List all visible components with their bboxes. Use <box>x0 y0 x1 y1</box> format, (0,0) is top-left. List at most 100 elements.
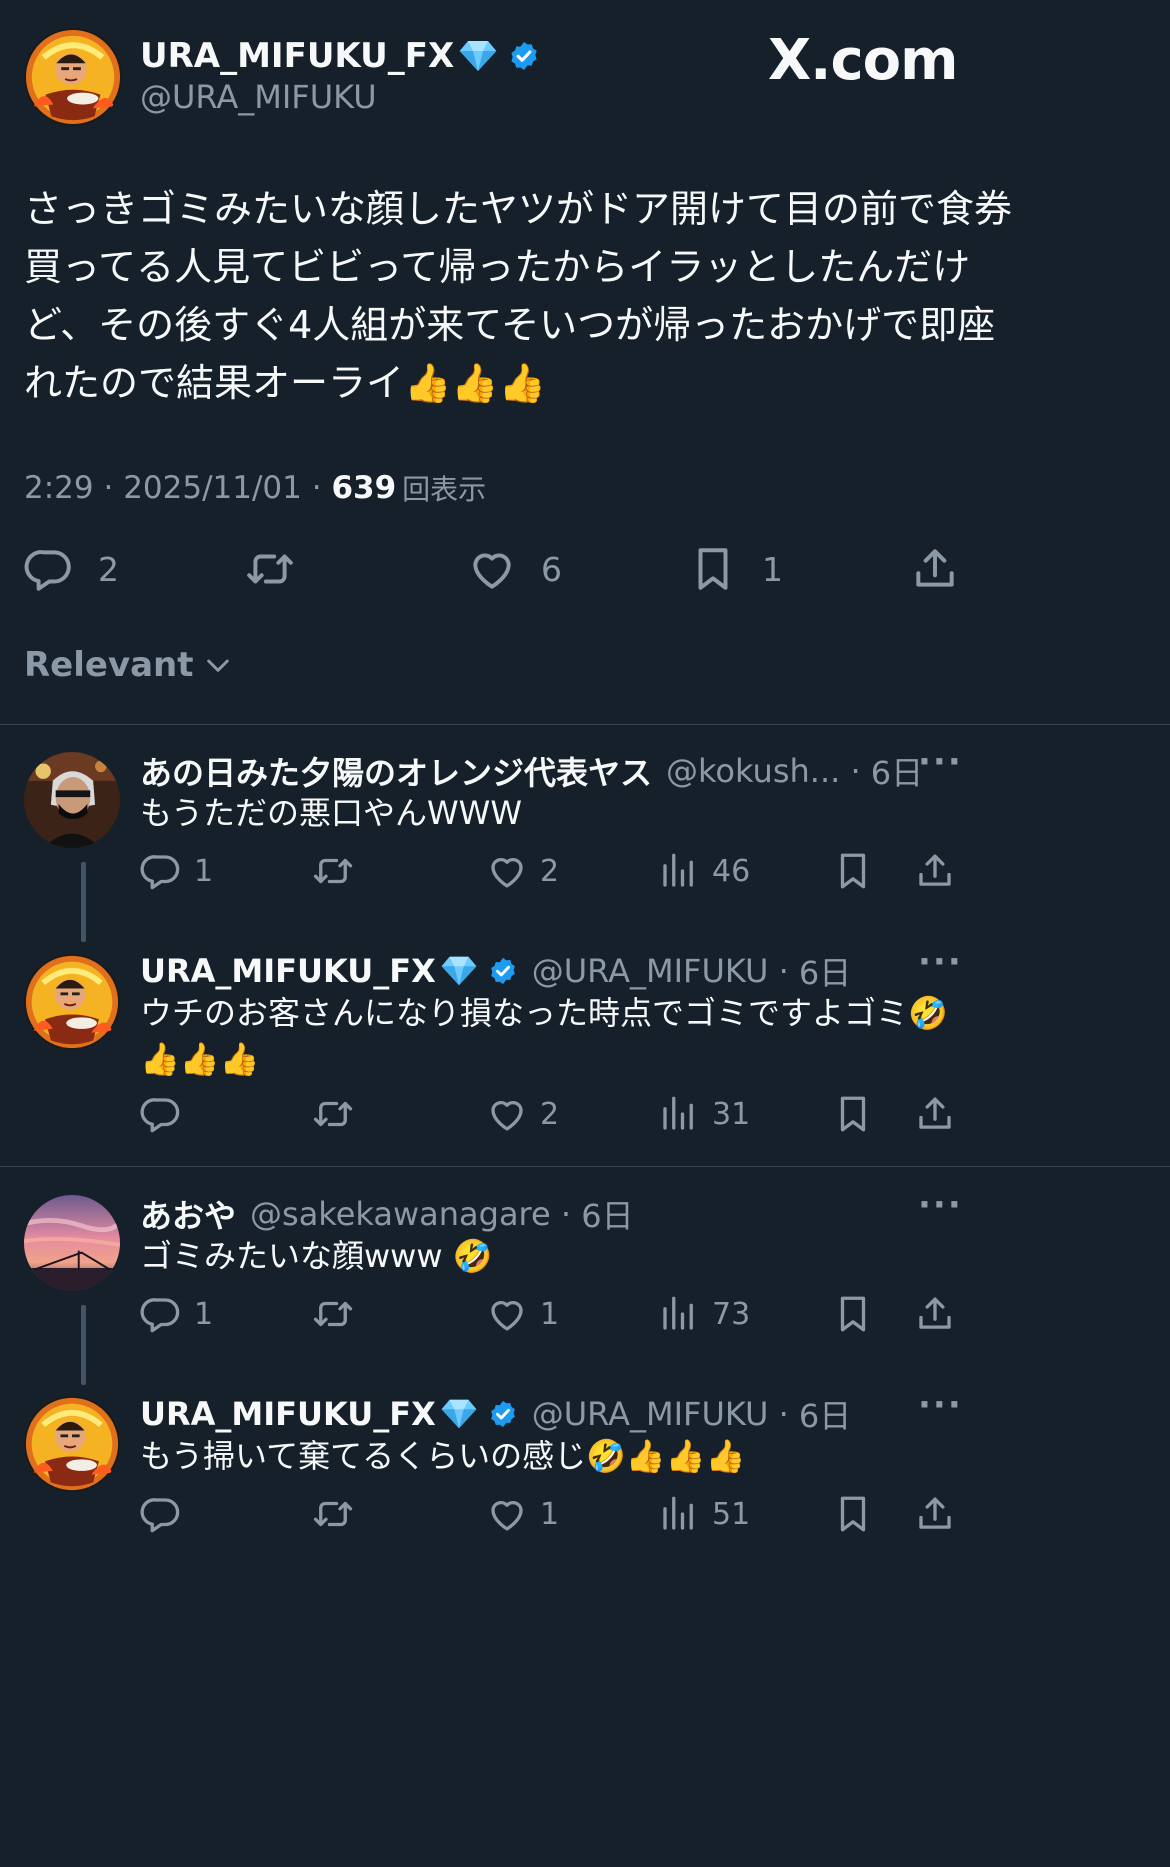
separator-dot: · <box>768 1395 799 1433</box>
bookmark-icon <box>832 1493 874 1535</box>
views-chart-icon <box>658 1293 700 1335</box>
reply-age[interactable]: 6日 <box>799 1391 851 1437</box>
separator-dot: · <box>840 752 871 790</box>
more-options-icon[interactable]: ··· <box>918 942 963 982</box>
verified-badge-icon <box>508 40 540 72</box>
reply-button[interactable]: 2 <box>24 544 119 594</box>
reply-handle[interactable]: @URA_MIFUKU <box>532 1395 769 1433</box>
tweet-meta: 2:29 · 2025/11/01 · 639 回表示 <box>24 468 486 508</box>
retweet-icon <box>310 1093 356 1135</box>
sort-replies-dropdown[interactable]: Relevant <box>24 645 234 685</box>
heart-icon <box>486 850 528 892</box>
separator-dot: · <box>301 470 332 506</box>
share-icon <box>914 1493 956 1535</box>
bookmark-button[interactable] <box>832 1093 874 1135</box>
retweet-button[interactable] <box>310 1093 356 1135</box>
tweet-text-line: さっきゴミみたいな顔したヤツがドア開けて目の前で食券 <box>24 187 1013 231</box>
bookmark-icon <box>832 850 874 892</box>
tweet-text: さっきゴミみたいな顔したヤツがドア開けて目の前で食券 買ってる人見てビビって帰っ… <box>24 180 1154 412</box>
bookmark-icon <box>688 544 738 594</box>
reply-handle[interactable]: @URA_MIFUKU <box>532 952 769 990</box>
tweet-time[interactable]: 2:29 <box>24 470 94 506</box>
masked-person-avatar-icon <box>24 752 120 848</box>
diamond-icon <box>458 36 498 76</box>
reply-avatar[interactable] <box>24 954 120 1050</box>
bookmark-count: 1 <box>762 549 783 589</box>
reply-display-name[interactable]: URA_MIFUKU_FX <box>140 1395 436 1433</box>
reply-text: ウチのお客さんになり損なった時点でゴミですよゴミ🤣 👍👍👍 <box>140 990 948 1082</box>
like-button[interactable]: 2 <box>486 850 559 892</box>
like-count: 2 <box>540 853 560 889</box>
retweet-icon <box>242 544 298 594</box>
like-button[interactable]: 1 <box>486 1493 559 1535</box>
like-button[interactable]: 6 <box>467 544 562 594</box>
bookmark-icon <box>832 1293 874 1335</box>
reply-avatar[interactable] <box>24 1195 120 1291</box>
more-options-icon[interactable]: ··· <box>918 742 963 782</box>
reply-age[interactable]: 6日 <box>871 748 923 794</box>
author-avatar[interactable] <box>24 28 122 126</box>
verified-badge-icon <box>488 1399 518 1429</box>
share-button[interactable] <box>914 1093 956 1135</box>
retweet-button[interactable] <box>310 850 356 892</box>
reply-button[interactable] <box>140 1493 194 1535</box>
reply-display-name[interactable]: あおや <box>140 1191 236 1237</box>
x-logo-text: X.com <box>768 28 958 93</box>
views-chart-icon <box>658 850 700 892</box>
like-button[interactable]: 1 <box>486 1293 559 1335</box>
reply-header: URA_MIFUKU_FX @URA_MIFUKU · 6日 <box>140 1391 851 1437</box>
diamond-icon <box>440 1395 478 1433</box>
chevron-down-icon <box>206 659 229 672</box>
reply-age[interactable]: 6日 <box>799 948 851 994</box>
sunset-avatar-icon <box>24 1195 120 1291</box>
retweet-button[interactable] <box>242 544 298 594</box>
reply-button[interactable]: 1 <box>140 1293 213 1335</box>
views-chart-icon <box>658 1493 700 1535</box>
reply-handle[interactable]: @kokush... <box>666 752 840 790</box>
tweet-text-line: 買ってる人見てビビって帰ったからイラッとしたんだけ <box>24 245 971 289</box>
reply-button[interactable]: 1 <box>140 850 213 892</box>
tweet-view-count: 639 <box>331 470 397 506</box>
reply-avatar[interactable] <box>24 1396 120 1492</box>
views-button[interactable]: 46 <box>658 850 750 892</box>
view-count: 46 <box>712 853 751 889</box>
reply-handle[interactable]: @sakekawanagare <box>250 1195 551 1233</box>
share-icon <box>914 1293 956 1335</box>
ramen-man-avatar-icon <box>24 28 122 126</box>
reply-age[interactable]: 6日 <box>581 1191 633 1237</box>
reply-icon <box>140 1093 182 1135</box>
tweet-date[interactable]: 2025/11/01 <box>123 470 302 506</box>
reply-avatar[interactable] <box>24 752 120 848</box>
like-count: 1 <box>540 1296 560 1332</box>
reply-icon <box>140 1493 182 1535</box>
bookmark-button[interactable] <box>832 1293 874 1335</box>
sort-label: Relevant <box>24 645 194 685</box>
bookmark-button[interactable] <box>832 1493 874 1535</box>
reply-display-name[interactable]: あの日みた夕陽のオレンジ代表ヤス <box>140 748 652 794</box>
views-button[interactable]: 51 <box>658 1493 750 1535</box>
more-options-icon[interactable]: ··· <box>918 1385 963 1425</box>
reply-header: あの日みた夕陽のオレンジ代表ヤス @kokush... · 6日 <box>140 748 923 794</box>
reply-display-name[interactable]: URA_MIFUKU_FX <box>140 952 436 990</box>
share-button[interactable] <box>914 850 956 892</box>
retweet-button[interactable] <box>310 1493 356 1535</box>
separator-dot: · <box>93 470 124 506</box>
share-button[interactable] <box>914 1293 956 1335</box>
retweet-button[interactable] <box>310 1293 356 1335</box>
more-options-icon[interactable]: ··· <box>918 1185 963 1225</box>
bookmark-button[interactable] <box>832 850 874 892</box>
author-display-name[interactable]: URA_MIFUKU_FX <box>140 36 454 76</box>
bookmark-button[interactable]: 1 <box>688 544 783 594</box>
view-count: 73 <box>712 1296 751 1332</box>
like-button[interactable]: 2 <box>486 1093 559 1135</box>
share-button[interactable] <box>910 544 960 594</box>
author-handle[interactable]: @URA_MIFUKU <box>140 78 377 116</box>
views-button[interactable]: 73 <box>658 1293 750 1335</box>
tweet-text-line: れたので結果オーライ👍👍👍 <box>24 361 546 405</box>
reply-text-line: 👍👍👍 <box>140 1040 260 1078</box>
reply-icon <box>24 544 74 594</box>
share-button[interactable] <box>914 1493 956 1535</box>
views-button[interactable]: 31 <box>658 1093 750 1135</box>
reply-button[interactable] <box>140 1093 194 1135</box>
reply-text: もう掃いて棄てるくらいの感じ🤣👍👍👍 <box>140 1437 746 1475</box>
